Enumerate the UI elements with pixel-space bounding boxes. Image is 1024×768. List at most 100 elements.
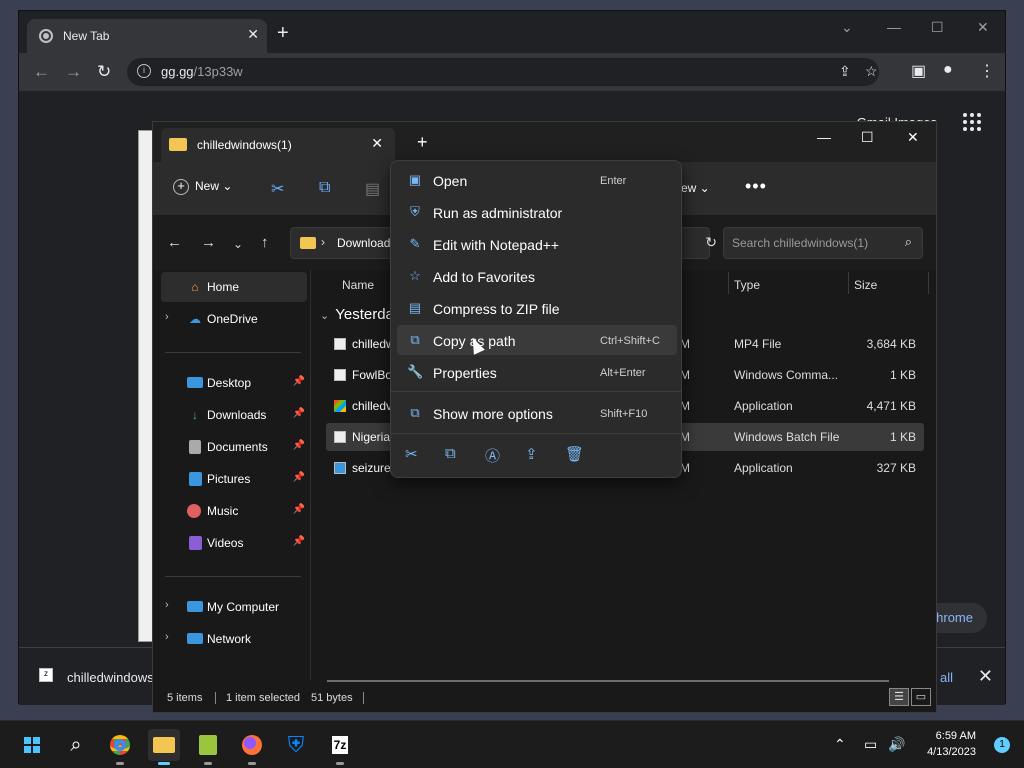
taskbar-7zip[interactable]: 7z [324,729,356,765]
explorer-tab[interactable]: chilledwindows(1) ✕ [161,128,395,162]
picture-icon [189,472,202,486]
chrome-tab-new-tab[interactable]: New Tab ✕ [27,19,267,53]
pin-icon[interactable]: 📌 [293,504,305,515]
side-panel-icon[interactable]: ▣ [911,61,926,81]
copy-icon[interactable]: ⧉ [319,179,330,197]
details-view-icon[interactable]: ☰ [889,688,909,706]
menu-item-run-as-administrator[interactable]: ⛨ Run as administrator [397,197,677,227]
pin-icon[interactable]: 📌 [293,376,305,387]
site-info-icon[interactable]: i [137,64,151,78]
close-window-button[interactable]: ✕ [977,19,989,36]
clock[interactable]: 6:59 AM 4/13/2023 [927,728,976,760]
sidebar-item-downloads[interactable]: ↓ Downloads 📌 [161,400,307,430]
google-apps-icon[interactable] [963,113,981,131]
search-button[interactable]: ⌕ [60,729,92,761]
column-separator[interactable] [928,272,929,294]
close-tab-icon[interactable]: ✕ [371,135,383,152]
sidebar-item-music[interactable]: Music 📌 [161,496,307,526]
taskbar-windows-security[interactable]: ⛨ [280,729,312,761]
download-file-name[interactable]: chilledwindows [67,670,154,685]
sidebar-item-network[interactable]: › Network [161,624,307,654]
maximize-button[interactable]: ☐ [861,129,874,146]
menu-item-properties[interactable]: 🔧 Properties Alt+Enter [397,357,677,387]
taskbar-chrome[interactable] [104,729,136,765]
column-header-type[interactable]: Type [734,278,760,292]
pin-icon[interactable]: 📌 [293,408,305,419]
column-header-name[interactable]: Name [342,278,374,292]
context-menu: ▣ Open Enter ⛨ Run as administrator ✎ Ed… [390,160,682,478]
column-header-size[interactable]: Size [854,278,877,292]
back-icon[interactable]: ← [167,234,182,251]
menu-item-edit-with-notepadpp[interactable]: ✎ Edit with Notepad++ [397,229,677,259]
forward-icon[interactable]: → [65,62,82,82]
expand-chevron-icon[interactable]: › [165,599,169,611]
close-window-button[interactable]: ✕ [907,129,919,146]
pin-icon[interactable]: 📌 [293,440,305,451]
volume-icon[interactable]: 🔊 [888,736,905,753]
expand-chevron-icon[interactable]: › [165,631,169,643]
sidebar-item-desktop[interactable]: Desktop 📌 [161,368,307,398]
refresh-icon[interactable]: ↻ [705,234,717,251]
horizontal-scrollbar[interactable] [327,680,889,682]
menu-item-copy-as-path[interactable]: ⧉ Copy as path Ctrl+Shift+C [397,325,677,355]
maximize-button[interactable]: ☐ [931,19,944,36]
sidebar-item-home[interactable]: ⌂ Home [161,272,307,302]
menu-item-compress-to-zip[interactable]: ▤ Compress to ZIP file [397,293,677,323]
show-hidden-icons-chevron-icon[interactable]: ⌃ [834,736,846,753]
group-header[interactable]: ⌄ Yesterda [320,306,394,323]
menu-item-show-more-options[interactable]: ⧉ Show more options Shift+F10 [397,398,677,428]
minimize-button[interactable]: — [887,19,901,35]
search-input[interactable] [724,228,894,258]
taskbar-firefox[interactable] [236,729,268,765]
start-button[interactable] [16,729,48,761]
copy-icon[interactable]: ⧉ [445,445,456,462]
sidebar-item-onedrive[interactable]: › ☁ OneDrive [161,304,307,334]
view-button[interactable]: ew ⌄ [681,181,710,195]
sidebar-item-documents[interactable]: Documents 📌 [161,432,307,462]
cut-icon[interactable]: ✂ [271,179,284,199]
taskbar-file-explorer[interactable] [148,729,180,765]
taskbar-notepadpp[interactable] [192,729,224,765]
menu-item-open[interactable]: ▣ Open Enter [397,165,677,195]
column-separator[interactable] [848,272,849,294]
paste-icon[interactable]: ▤ [365,179,380,199]
breadcrumb[interactable]: Download [337,236,390,250]
sidebar-item-pictures[interactable]: Pictures 📌 [161,464,307,494]
minimize-button[interactable]: — [817,129,831,145]
new-tab-button[interactable]: + [277,23,289,43]
close-tab-icon[interactable]: ✕ [247,26,259,43]
menu-separator [391,391,681,392]
pin-icon[interactable]: 📌 [293,472,305,483]
profile-icon[interactable]: ● [943,61,953,79]
share-icon[interactable]: ⇪ [525,445,538,463]
column-separator[interactable] [728,272,729,294]
search-box[interactable]: ⌕ [723,227,923,259]
tiles-view-icon[interactable]: ▭ [911,688,931,706]
pin-icon[interactable]: 📌 [293,536,305,547]
menu-item-add-to-favorites[interactable]: ☆ Add to Favorites [397,261,677,291]
up-icon[interactable]: ↑ [261,234,269,251]
show-all-downloads-link[interactable]: all [940,670,953,685]
network-status-icon[interactable]: ▭ [864,736,877,753]
bookmark-star-icon[interactable]: ☆ [865,63,878,80]
new-tab-button[interactable]: + [417,133,428,151]
collapse-chevron-icon[interactable]: ⌄ [320,310,329,322]
new-button[interactable]: + New ⌄ [173,179,232,195]
delete-icon[interactable]: 🗑 [565,445,584,463]
share-icon[interactable]: ⇪ [839,63,851,80]
sidebar-item-videos[interactable]: Videos 📌 [161,528,307,558]
forward-icon[interactable]: → [201,234,216,251]
reload-icon[interactable]: ↻ [97,62,111,82]
expand-chevron-icon[interactable]: › [165,311,169,323]
chrome-menu-icon[interactable]: ⋮ [979,61,995,81]
see-more-icon[interactable]: ••• [745,176,767,197]
tab-search-icon[interactable]: ⌄ [841,19,853,36]
notification-badge[interactable]: 1 [994,737,1010,753]
sidebar-item-my-computer[interactable]: › My Computer [161,592,307,622]
recent-locations-icon[interactable]: ⌄ [233,237,243,251]
address-bar[interactable]: i gg.gg/13p33w ⇪ ☆ [127,58,879,86]
back-icon[interactable]: ← [33,62,50,82]
cut-icon[interactable]: ✂ [405,445,418,463]
close-download-bar-icon[interactable]: ✕ [978,666,993,687]
rename-icon[interactable]: Ⓐ [485,445,500,466]
